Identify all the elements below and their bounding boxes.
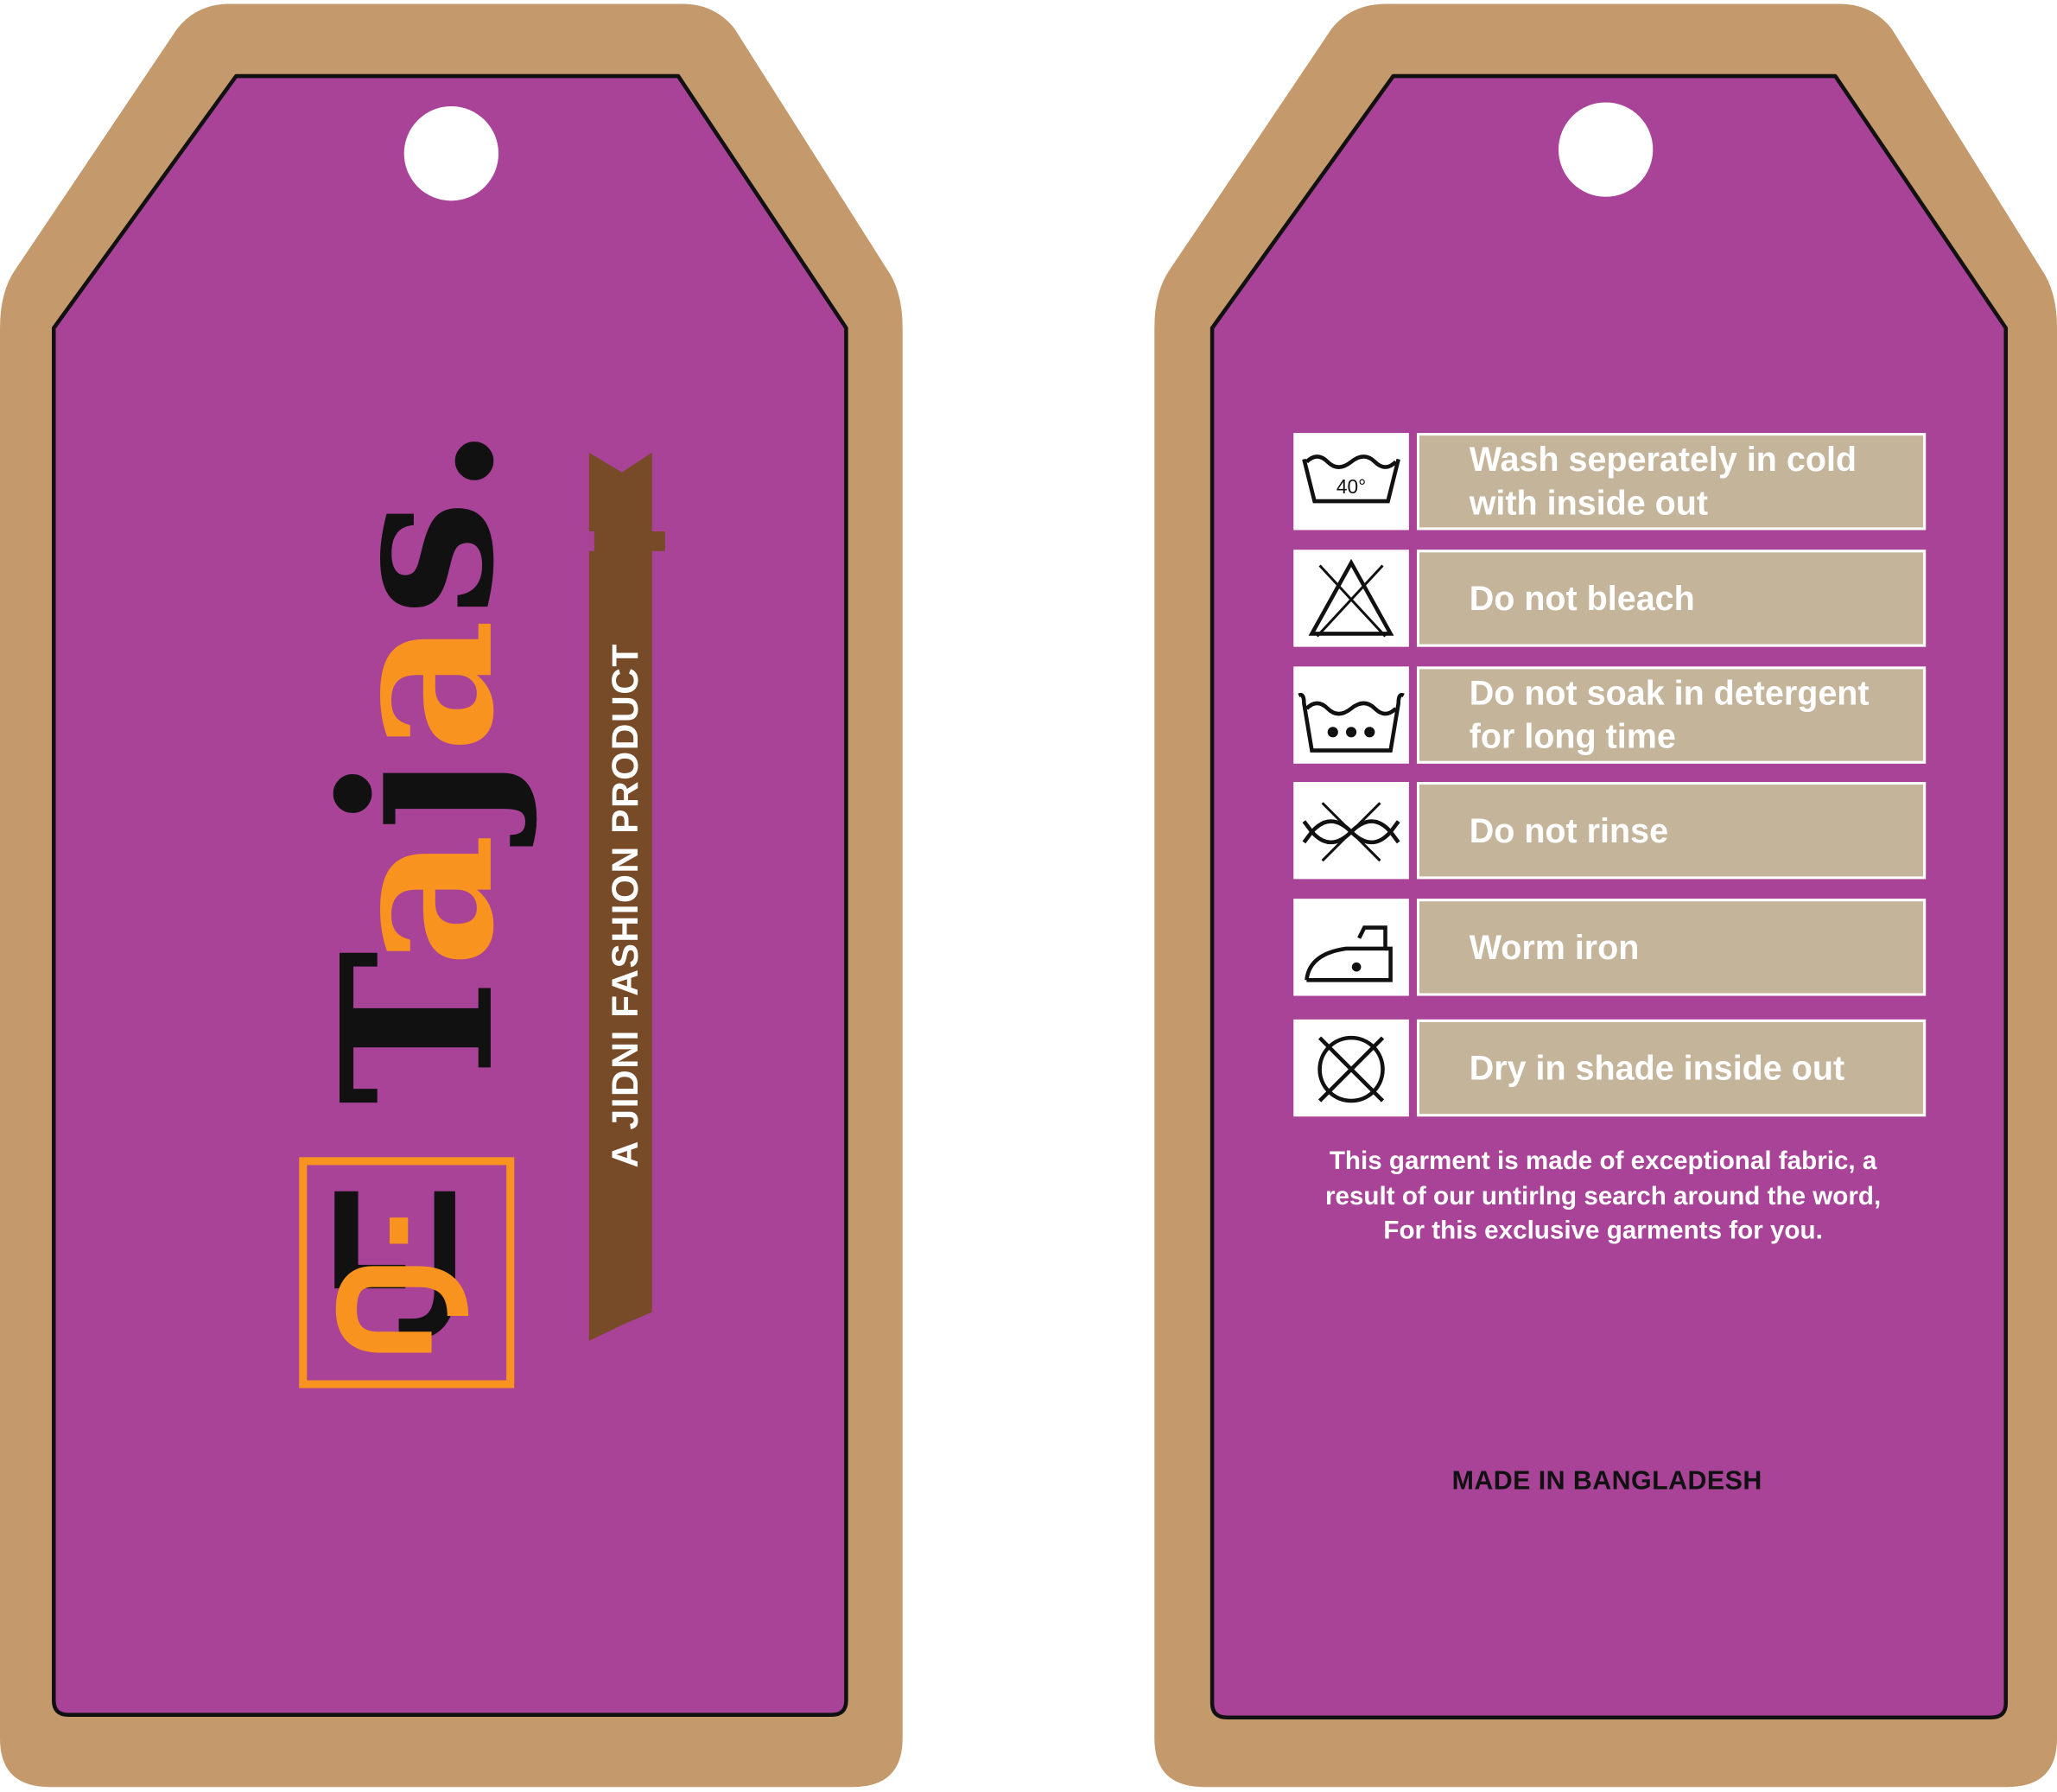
care-item: Dry in shade inside out xyxy=(1293,1019,1928,1119)
do-not-soak-icon xyxy=(1293,666,1409,764)
wash-temperature: 40° xyxy=(1336,475,1366,498)
care-label: Wash seperately in cold with inside out xyxy=(1416,433,1927,531)
do-not-tumble-dry-icon xyxy=(1293,1019,1409,1117)
care-label-text: Dry in shade inside out xyxy=(1469,1047,1845,1088)
care-label: Do not bleach xyxy=(1416,550,1927,647)
brand-letter: a xyxy=(297,616,541,753)
brand-letter: . xyxy=(297,422,541,498)
care-label-text: Worm iron xyxy=(1469,926,1640,967)
tagline: A JIDNI FASHION PRODUCT xyxy=(605,643,646,1168)
country-of-origin: MADE IN BANGLADESH xyxy=(1451,1466,1762,1497)
warm-iron-icon xyxy=(1293,899,1409,996)
care-label-text: Do not rinse xyxy=(1469,810,1669,850)
care-label: Do not rinse xyxy=(1416,782,1927,880)
care-item: Do not rinse xyxy=(1293,782,1928,881)
brand-wordmark: Tajas. xyxy=(298,423,541,1105)
hang-tag-scene: Tajas. A JIDNI FASHION PRODUCT 40° Wash … xyxy=(0,0,2057,1792)
care-item: 40° Wash seperately in cold with inside … xyxy=(1293,433,1928,532)
brand-letter: s xyxy=(297,497,541,617)
care-label-text: Do not soak in detergent for long time xyxy=(1469,672,1870,756)
brand-letter: j xyxy=(297,753,541,831)
care-item: Do not soak in detergent for long time xyxy=(1293,666,1928,766)
front-hang-hole xyxy=(403,105,499,201)
brand-logo: Tajas. xyxy=(298,394,541,1135)
brand-letter: T xyxy=(297,968,541,1105)
sj-monogram-glyph xyxy=(334,1191,469,1353)
care-item: Do not bleach xyxy=(1293,550,1928,649)
care-label: Dry in shade inside out xyxy=(1416,1019,1927,1117)
brand-letter: a xyxy=(297,830,541,969)
back-hang-hole xyxy=(1558,102,1654,197)
care-label-text: Do not bleach xyxy=(1469,577,1695,618)
care-label: Do not soak in detergent for long time xyxy=(1416,666,1927,764)
do-not-bleach-icon xyxy=(1293,550,1409,647)
fabric-note: This garment is made of exceptional fabr… xyxy=(1324,1147,1882,1246)
wash-40-icon: 40° xyxy=(1293,433,1409,531)
care-label-text: Wash seperately in cold with inside out xyxy=(1469,439,1857,523)
do-not-wring-icon xyxy=(1293,782,1409,880)
care-item: Worm iron xyxy=(1293,899,1928,998)
sj-monogram xyxy=(299,1157,515,1388)
back-tag-shape xyxy=(1154,3,2057,1788)
care-label: Worm iron xyxy=(1416,899,1927,996)
